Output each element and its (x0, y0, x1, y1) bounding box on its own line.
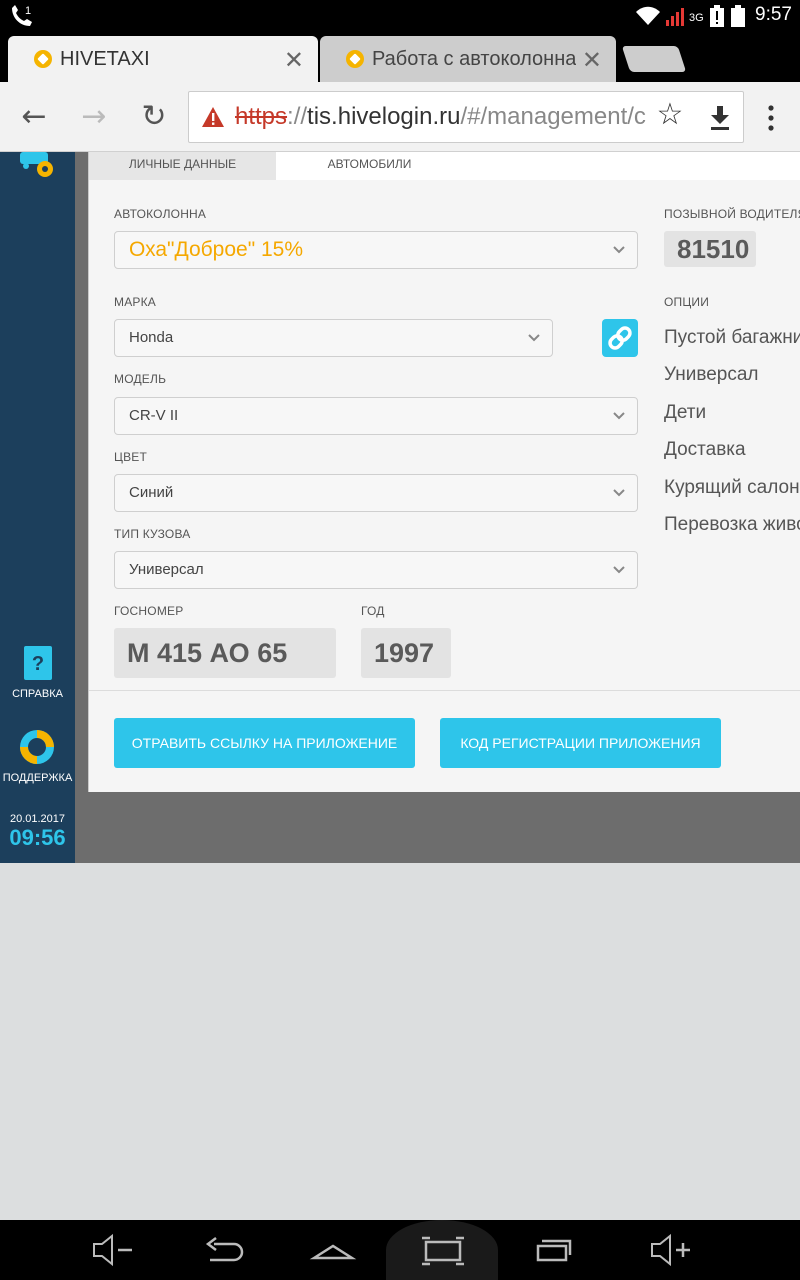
fleet-label: АВТОКОЛОННА (114, 207, 207, 221)
fleet-select[interactable]: Оха"Доброе" 15% (114, 231, 638, 269)
back-nav-icon[interactable] (198, 1230, 248, 1270)
browser-tab-fleets[interactable]: Работа с автоколоннами ✕ (320, 36, 616, 82)
browser-tab-hivetaxi[interactable]: HIVETAXI ✕ (8, 36, 318, 82)
chevron-down-icon (613, 246, 625, 254)
page-content: ? СПРАВКА ПОДДЕРЖКА 20.01.2017 09:56 ЛИЧ… (0, 152, 800, 863)
body-type-label: ТИП КУЗОВА (114, 527, 191, 541)
volume-up-icon[interactable] (646, 1230, 696, 1270)
back-icon[interactable]: ← (14, 97, 54, 137)
color-select[interactable]: Синий (114, 474, 638, 512)
send-app-link-button[interactable]: ОТРАВИТЬ ССЫЛКУ НА ПРИЛОЖЕНИЕ (114, 718, 415, 768)
phone-missed-icon: 1 (12, 5, 32, 26)
option-item[interactable]: Универсал (664, 364, 759, 386)
plate-value: М 415 АО 65 (114, 628, 336, 678)
volume-down-icon[interactable] (88, 1230, 138, 1270)
battery-icon (731, 5, 745, 27)
tab-cars[interactable]: АВТОМОБИЛИ (276, 152, 463, 180)
color-label: ЦВЕТ (114, 450, 148, 464)
car-settings-icon[interactable] (18, 152, 58, 182)
driver-panel: ЛИЧНЫЕ ДАННЫЕ АВТОМОБИЛИ АВТОКОЛОННА Оха… (88, 152, 800, 792)
help-book-icon[interactable]: ? (22, 644, 54, 682)
year-value: 1997 (361, 628, 451, 678)
sidebar-time: 09:56 (9, 825, 66, 850)
svg-text:1: 1 (25, 5, 31, 17)
navigation-bar (0, 1220, 800, 1280)
url-scheme: https (235, 103, 288, 130)
chevron-down-icon (528, 334, 540, 342)
download-icon[interactable] (706, 104, 734, 132)
brand-label: МАРКА (114, 295, 156, 309)
chevron-down-icon (613, 412, 625, 420)
url-path: /#/management/c (460, 103, 646, 130)
option-item[interactable]: Перевозка животных (664, 514, 800, 536)
screenshot-icon[interactable] (418, 1230, 468, 1270)
recent-apps-icon[interactable] (528, 1230, 578, 1270)
url-separator: :// (287, 103, 308, 130)
status-time: 9:57 (755, 4, 792, 25)
app-registration-code-button[interactable]: КОД РЕГИСТРАЦИИ ПРИЛОЖЕНИЯ (440, 718, 721, 768)
browser-toolbar: ← → ↻ https://tis.hivelogin.ru/#/managem… (0, 82, 800, 152)
fleet-value: Оха"Доброе" 15% (129, 238, 304, 261)
link-icon[interactable] (602, 319, 638, 357)
brand-value: Honda (129, 329, 174, 346)
home-nav-icon[interactable] (308, 1230, 358, 1270)
chevron-down-icon (613, 566, 625, 574)
support-label[interactable]: ПОДДЕРЖКА (0, 772, 75, 784)
chevron-down-icon (613, 489, 625, 497)
tab-strip: HIVETAXI ✕ Работа с автоколоннами ✕ (0, 32, 800, 82)
status-bar: 1 3G 9:57 (0, 0, 800, 32)
menu-icon[interactable] (765, 104, 777, 132)
callsign-value: 81510 (664, 231, 756, 267)
body-type-value: Универсал (129, 561, 204, 578)
model-value: CR-V II (129, 407, 179, 424)
network-type: 3G (689, 12, 704, 24)
option-item[interactable]: Пустой багажник (664, 327, 800, 349)
divider (89, 690, 800, 691)
hivetaxi-favicon-icon (34, 50, 52, 68)
url-host: tis.hivelogin.ru (307, 103, 461, 130)
brand-select[interactable]: Honda (114, 319, 553, 357)
tab-personal-data[interactable]: ЛИЧНЫЕ ДАННЫЕ (89, 152, 276, 180)
panel-tabs: ЛИЧНЫЕ ДАННЫЕ АВТОМОБИЛИ (89, 152, 800, 180)
support-lifebuoy-icon[interactable] (18, 728, 56, 766)
option-item[interactable]: Курящий салон (664, 477, 800, 499)
sidebar-date: 20.01.2017 (9, 813, 66, 825)
callsign-label: ПОЗЫВНОЙ ВОДИТЕЛЯ (664, 207, 800, 221)
reload-icon[interactable]: ↻ (134, 97, 174, 137)
model-select[interactable]: CR-V II (114, 397, 638, 435)
plate-label: ГОСНОМЕР (114, 604, 184, 618)
close-tab-icon[interactable]: ✕ (575, 46, 602, 75)
help-label[interactable]: СПРАВКА (0, 688, 75, 700)
year-label: ГОД (361, 604, 385, 618)
sidebar: ? СПРАВКА ПОДДЕРЖКА 20.01.2017 09:56 (0, 152, 75, 863)
signal-icon (666, 8, 684, 26)
body-type-select[interactable]: Универсал (114, 551, 638, 589)
option-item[interactable]: Дети (664, 402, 706, 424)
bookmark-star-icon[interactable]: ☆ (650, 95, 690, 135)
color-value: Синий (129, 484, 174, 501)
svg-text:?: ? (32, 653, 44, 675)
model-label: МОДЕЛЬ (114, 372, 167, 386)
wifi-icon (636, 6, 660, 25)
tab-title: HIVETAXI (60, 47, 150, 70)
battery-alert-icon (710, 5, 724, 27)
new-tab-button[interactable] (621, 46, 687, 72)
security-warning-icon (202, 107, 224, 127)
options-label: ОПЦИИ (664, 295, 710, 309)
hivetaxi-favicon-icon (346, 50, 364, 68)
forward-icon[interactable]: → (74, 97, 114, 137)
close-tab-icon[interactable]: ✕ (284, 46, 304, 75)
option-item[interactable]: Доставка (664, 439, 746, 461)
